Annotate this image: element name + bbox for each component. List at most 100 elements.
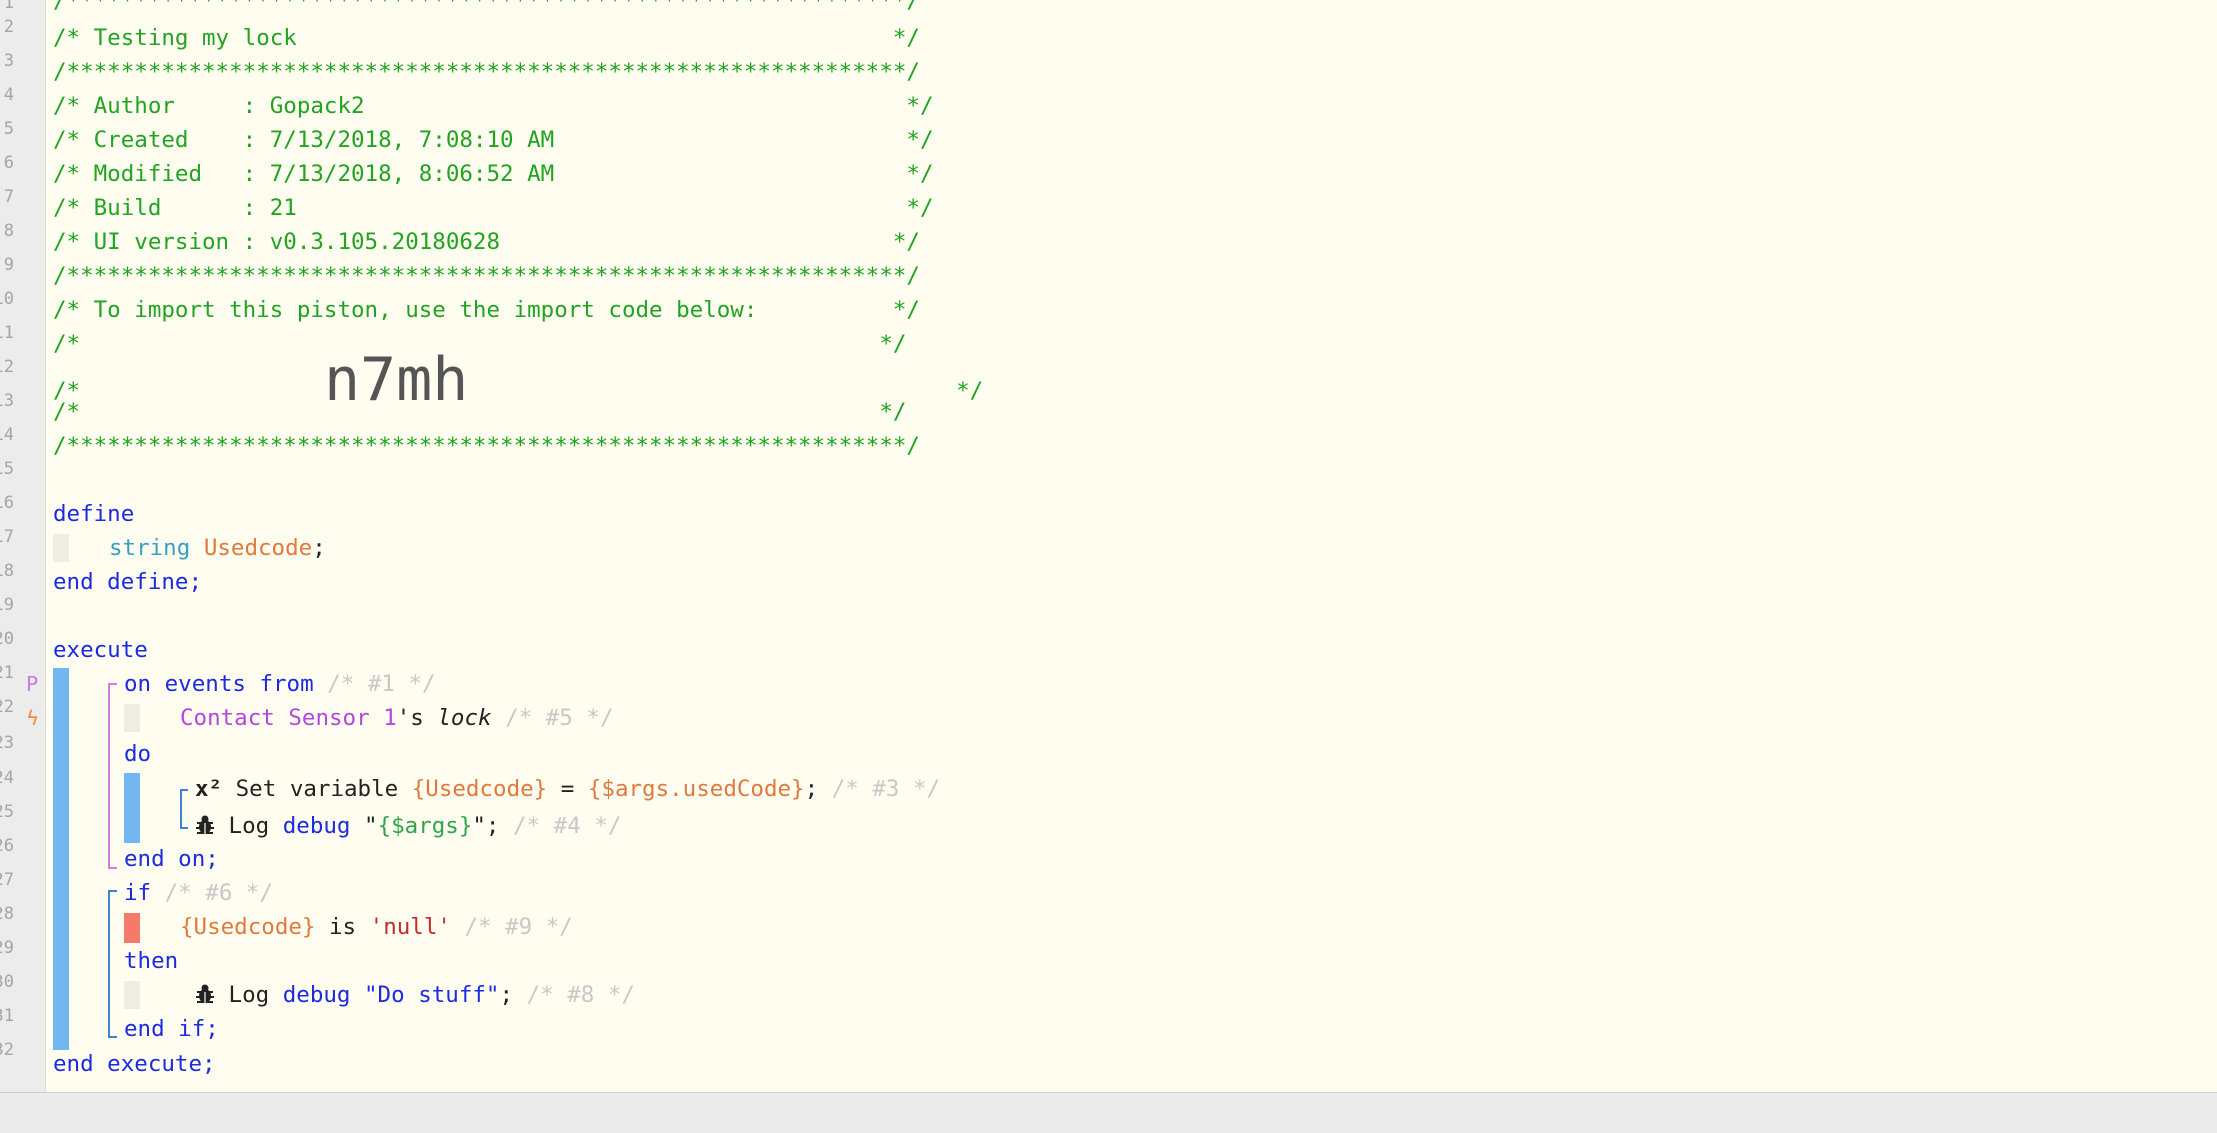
bug-icon	[196, 815, 214, 834]
line-number: 7	[3, 187, 14, 207]
log-level: debug	[282, 982, 351, 1008]
line-number: 28	[0, 904, 14, 924]
end-define-keyword: end define;	[53, 569, 203, 595]
line-number: 8	[3, 221, 14, 241]
line-number: 26	[0, 836, 14, 856]
line-number: 31	[0, 1006, 14, 1026]
line-number: 5	[3, 119, 14, 139]
condition-variable: {Usedcode}	[180, 914, 316, 940]
semicolon: ;	[804, 776, 819, 802]
log-message: "Do stuff"	[364, 982, 500, 1008]
log-message: {$args}	[377, 813, 473, 839]
condition-handle[interactable]	[124, 704, 140, 732]
header-border: /***************************************…	[53, 263, 920, 289]
do-keyword: do	[124, 741, 152, 767]
on-events-keyword: on events from	[124, 671, 314, 697]
end-execute-keyword: end execute;	[53, 1051, 216, 1077]
header-created: /* Created : 7/13/2018, 7:08:10 AM */	[53, 127, 934, 153]
line-number: 15	[0, 459, 14, 479]
event-device-line[interactable]: Contact Sensor 1's lock /* #5 */	[180, 701, 614, 735]
statement-id-comment: /* #4 */	[513, 813, 622, 839]
line-number: 24	[0, 768, 14, 788]
variable-declaration[interactable]: string Usedcode;	[109, 531, 326, 565]
log-label: Log	[228, 982, 270, 1008]
line-number: 30	[0, 972, 14, 992]
trigger-icon: P	[26, 672, 39, 696]
possessive: 's	[396, 705, 424, 731]
editor-footer	[0, 1093, 2217, 1133]
statement-handle[interactable]	[53, 534, 69, 562]
header-ui-version: /* UI version : v0.3.105.20180628 */	[53, 229, 920, 255]
header-blank: /* */	[53, 331, 907, 357]
end-if-keyword: end if;	[124, 1016, 219, 1042]
header-author: /* Author : Gopack2 */	[53, 93, 934, 119]
log-level: debug	[282, 813, 351, 839]
line-number: 17	[0, 527, 14, 547]
line-number: 16	[0, 493, 14, 513]
line-number: 18	[0, 561, 14, 581]
line-number: 23	[0, 733, 14, 753]
statement-handle[interactable]	[124, 981, 140, 1009]
set-variable-label: Set variable	[235, 776, 399, 802]
header-title: /* Testing my lock */	[53, 25, 920, 51]
header-border: /***************************************…	[53, 59, 920, 85]
set-variable-statement[interactable]: x² Set variable {Usedcode} = {$args.used…	[195, 772, 940, 806]
line-number: 3	[3, 51, 14, 71]
condition-value: 'null'	[369, 914, 451, 940]
line-number: 13	[0, 391, 14, 411]
on-events-bracket	[108, 683, 117, 869]
set-variable-value: {$args.usedCode}	[587, 776, 805, 802]
header-blank: /* */	[53, 399, 907, 425]
set-variable-target: {Usedcode}	[411, 776, 548, 802]
log-statement[interactable]: Log debug "{$args}"; /* #4 */	[195, 809, 621, 843]
do-block-bar[interactable]	[124, 773, 140, 843]
log-statement[interactable]: Log debug "Do stuff"; /* #8 */	[195, 978, 635, 1012]
line-number: 11	[0, 323, 14, 343]
if-line[interactable]: if /* #6 */	[124, 876, 273, 910]
statement-id-comment: /* #6 */	[164, 880, 274, 906]
line-number: 2	[3, 17, 14, 37]
header-border: /***************************************…	[53, 433, 920, 459]
statement-id-comment: /* #3 */	[831, 776, 941, 802]
semicolon: ;	[499, 982, 514, 1008]
header-import-line: /* To import this piston, use the import…	[53, 297, 920, 323]
if-condition[interactable]: {Usedcode} is 'null' /* #9 */	[180, 910, 573, 944]
define-keyword: define	[53, 501, 135, 527]
statement-id-comment: /* #5 */	[505, 705, 614, 731]
header-border: /***************************************…	[53, 0, 920, 14]
log-label: Log	[228, 813, 270, 839]
quote-semicolon: ";	[472, 813, 500, 839]
end-on-keyword: end on;	[124, 846, 219, 872]
device-name: Contact Sensor 1	[180, 705, 397, 731]
bug-icon	[196, 984, 214, 1003]
line-number: 20	[0, 629, 14, 649]
do-statements-bracket	[180, 789, 188, 829]
statement-id-comment: /* #1 */	[327, 671, 436, 697]
line-number: 27	[0, 870, 14, 890]
statement-id-comment: /* #9 */	[464, 914, 573, 940]
on-events-line[interactable]: on events from /* #1 */	[124, 667, 436, 701]
device-attribute: lock	[437, 705, 492, 731]
line-number: 4	[3, 85, 14, 105]
equals-sign: =	[560, 776, 575, 802]
if-bracket	[108, 890, 117, 1038]
lightning-icon: ϟ	[26, 706, 40, 730]
line-number: 21	[0, 663, 14, 683]
line-number: 19	[0, 595, 14, 615]
line-number: 10	[0, 289, 14, 309]
condition-false-marker[interactable]	[124, 913, 140, 943]
line-number: 6	[3, 153, 14, 173]
execute-keyword: execute	[53, 637, 148, 663]
set-variable-icon: x²	[195, 776, 223, 802]
variable-name: Usedcode	[203, 535, 313, 561]
semicolon: ;	[312, 535, 326, 561]
line-number: 9	[3, 255, 14, 275]
line-number: 32	[0, 1040, 14, 1060]
statement-id-comment: /* #8 */	[526, 982, 635, 1008]
line-number: 12	[0, 357, 14, 377]
line-number: 25	[0, 802, 14, 822]
type-keyword: string	[109, 535, 191, 561]
if-keyword: if	[124, 880, 152, 906]
execute-block-bar[interactable]	[53, 668, 69, 1050]
code-editor[interactable]: 1 2 3 4 5 6 7 8 9 10 11 12 13 14 15 16 1…	[0, 0, 2217, 1093]
